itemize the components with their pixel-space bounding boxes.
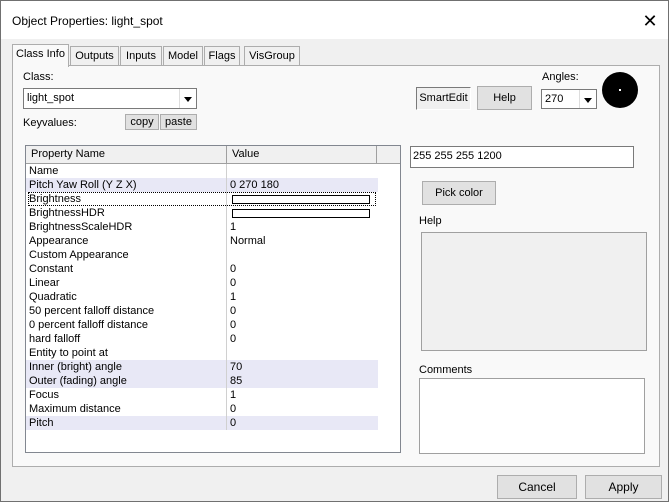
grid-row-custom-appearance[interactable]: Custom Appearance xyxy=(26,248,378,262)
property-value-cell: 1 xyxy=(230,291,237,303)
grid-rows: Name Pitch Yaw Roll (Y Z X) 0 270 180 Bri… xyxy=(26,164,378,430)
grid-row-focus[interactable]: Focus 1 xyxy=(26,388,378,402)
grid-row-0-percent-falloff[interactable]: 0 percent falloff distance 0 xyxy=(26,318,378,332)
property-value-cell: 0 xyxy=(230,305,237,317)
property-name-cell: BrightnessHDR xyxy=(29,207,105,219)
property-value-cell: 85 xyxy=(230,375,243,387)
property-value-cell: 0 xyxy=(230,403,237,415)
close-icon[interactable]: ✕ xyxy=(635,7,665,35)
tab-class-info[interactable]: Class Info xyxy=(12,44,69,67)
property-name-cell: Focus xyxy=(29,389,59,401)
help-text-area xyxy=(421,232,647,351)
help-button[interactable]: Help xyxy=(477,86,532,110)
property-value-cell: 1 xyxy=(230,221,237,233)
property-name-cell: Pitch xyxy=(29,417,54,429)
class-label: Class: xyxy=(23,71,54,83)
property-name-cell: Custom Appearance xyxy=(29,249,129,261)
property-name-cell: 0 percent falloff distance xyxy=(29,319,149,331)
color-swatch[interactable] xyxy=(232,195,370,204)
property-value-cell: 0 xyxy=(230,333,237,345)
grid-row-brightness[interactable]: Brightness xyxy=(26,192,378,206)
tab-visgroup[interactable]: VisGroup xyxy=(244,46,300,66)
comments-textarea[interactable] xyxy=(419,378,645,454)
apply-button[interactable]: Apply xyxy=(585,475,662,499)
grid-row-brightness-hdr[interactable]: BrightnessHDR xyxy=(26,206,378,220)
dialog-title: Object Properties: light_spot xyxy=(12,14,163,28)
property-name-cell: Outer (fading) angle xyxy=(29,375,127,387)
property-value-cell: 0 270 180 xyxy=(230,179,279,191)
grid-row-50-percent-falloff[interactable]: 50 percent falloff distance 0 xyxy=(26,304,378,318)
comments-label: Comments xyxy=(419,364,473,376)
tab-flags[interactable]: Flags xyxy=(204,46,240,66)
grid-row-appearance[interactable]: Appearance Normal xyxy=(26,234,378,248)
object-properties-dialog: Object Properties: light_spot ✕ Class In… xyxy=(0,0,669,502)
property-name-cell: Quadratic xyxy=(29,291,77,303)
pick-color-button[interactable]: Pick color xyxy=(422,181,496,205)
grid-row-name[interactable]: Name xyxy=(26,164,378,178)
property-value-cell: 0 xyxy=(230,263,237,275)
property-value-cell: 0 xyxy=(230,277,237,289)
property-name-cell: Maximum distance xyxy=(29,403,121,415)
tab-model[interactable]: Model xyxy=(163,46,203,66)
paste-button[interactable]: paste xyxy=(160,114,197,130)
help-label: Help xyxy=(419,215,442,227)
property-name-cell: Constant xyxy=(29,263,74,275)
angles-value: 270 xyxy=(545,93,564,105)
grid-header: Property Name Value xyxy=(26,146,400,164)
property-name-cell: BrightnessScaleHDR xyxy=(29,221,133,233)
property-name-cell: Appearance xyxy=(29,235,89,247)
property-name-cell: Inner (bright) angle xyxy=(29,361,122,373)
chevron-down-icon[interactable] xyxy=(579,90,596,108)
property-name-cell: Linear xyxy=(29,277,60,289)
grid-row-pitch[interactable]: Pitch 0 xyxy=(26,416,378,430)
grid-row-inner-angle[interactable]: Inner (bright) angle 70 xyxy=(26,360,378,374)
keyvalues-label: Keyvalues: xyxy=(23,117,77,129)
property-name-cell: Name xyxy=(29,165,59,177)
tab-inputs[interactable]: Inputs xyxy=(120,46,162,66)
color-swatch[interactable] xyxy=(232,209,370,218)
property-name-cell: 50 percent falloff distance xyxy=(29,305,155,317)
class-value: light_spot xyxy=(27,92,75,104)
grid-row-brightness-scale-hdr[interactable]: BrightnessScaleHDR 1 xyxy=(26,220,378,234)
property-value-cell: Normal xyxy=(230,235,266,247)
property-value-cell: 0 xyxy=(230,417,237,429)
chevron-down-icon[interactable] xyxy=(179,89,196,108)
grid-row-outer-angle[interactable]: Outer (fading) angle 85 xyxy=(26,374,378,388)
grid-row-quadratic[interactable]: Quadratic 1 xyxy=(26,290,378,304)
grid-row-maximum-distance[interactable]: Maximum distance 0 xyxy=(26,402,378,416)
property-value-cell: 70 xyxy=(230,361,243,373)
tab-outputs[interactable]: Outputs xyxy=(70,46,119,66)
column-header-value[interactable]: Value xyxy=(227,146,377,163)
property-name-cell: Brightness xyxy=(29,193,81,205)
cancel-button[interactable]: Cancel xyxy=(497,475,577,499)
property-value-cell: 1 xyxy=(230,389,237,401)
property-grid: Property Name Value Name Pitch Yaw Roll … xyxy=(25,145,401,453)
property-name-cell: Entity to point at xyxy=(29,347,108,359)
property-name-cell: hard falloff xyxy=(29,333,81,345)
property-name-cell: Pitch Yaw Roll (Y Z X) xyxy=(29,179,137,191)
title-bar: Object Properties: light_spot ✕ xyxy=(1,1,668,39)
copy-button[interactable]: copy xyxy=(125,114,159,130)
angles-label: Angles: xyxy=(542,71,579,83)
grid-row-entity-to-point-at[interactable]: Entity to point at xyxy=(26,346,378,360)
property-value-cell: 0 xyxy=(230,319,237,331)
angles-dropdown[interactable]: 270 xyxy=(541,89,597,109)
value-edit-text: 255 255 255 1200 xyxy=(413,150,502,162)
grid-row-pitch-yaw-roll[interactable]: Pitch Yaw Roll (Y Z X) 0 270 180 xyxy=(26,178,378,192)
angle-compass-icon[interactable] xyxy=(602,72,638,108)
grid-row-hard-falloff[interactable]: hard falloff 0 xyxy=(26,332,378,346)
grid-row-constant[interactable]: Constant 0 xyxy=(26,262,378,276)
value-edit-field[interactable]: 255 255 255 1200 xyxy=(410,146,634,168)
smartedit-toggle[interactable]: SmartEdit xyxy=(416,87,471,110)
grid-row-linear[interactable]: Linear 0 xyxy=(26,276,378,290)
class-dropdown[interactable]: light_spot xyxy=(23,88,197,109)
column-header-property-name[interactable]: Property Name xyxy=(26,146,227,163)
